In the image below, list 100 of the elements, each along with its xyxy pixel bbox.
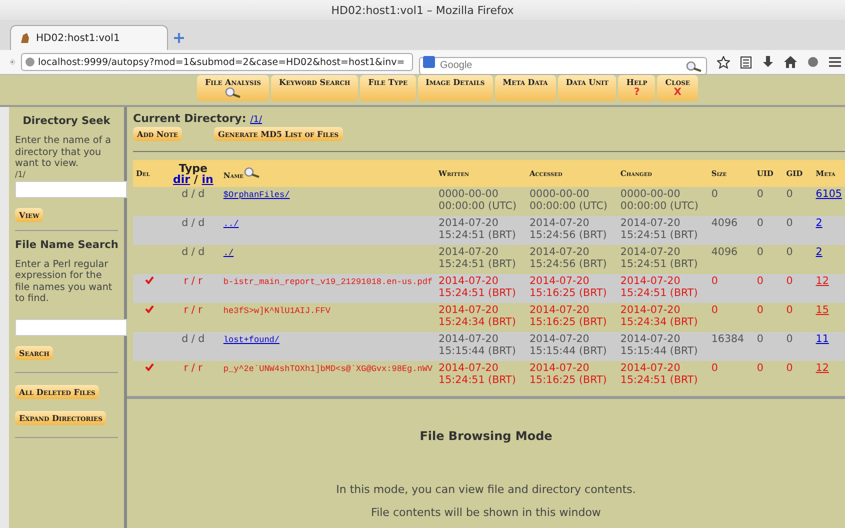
info-text: File contents will be shown in this window	[371, 506, 601, 519]
check-icon	[144, 276, 154, 284]
action-button[interactable]: Generate MD5 List of Files	[214, 127, 343, 141]
directory-field[interactable]	[15, 180, 127, 198]
table-cell: 2014-07-20 15:16:25 (BRT)	[526, 274, 618, 303]
file-name: p_y^2e`UNW4shTOXh1]bMD<s@`XG@Gvx:98Eg.nWV	[223, 364, 433, 374]
file-link[interactable]: lost+found/	[223, 335, 280, 345]
nav-tab[interactable]: File Analysis	[196, 75, 269, 101]
check-icon	[144, 363, 154, 371]
menu-icon[interactable]	[829, 56, 841, 68]
column-header: Type	[178, 162, 209, 174]
sort-link[interactable]: in	[202, 172, 214, 186]
search-engine-icon	[423, 56, 435, 68]
meta-link[interactable]: 2	[816, 217, 822, 229]
info-text: In this mode, you can view file and directory contents.	[336, 483, 636, 496]
table-cell: 0	[783, 361, 813, 390]
table-cell: 2014-07-20 15:24:56 (BRT)	[526, 216, 618, 245]
table-cell: r / r	[166, 274, 220, 303]
table-cell: 0	[708, 274, 754, 303]
separator: /	[194, 172, 198, 186]
nav-tab[interactable]: Help ?	[618, 75, 656, 101]
nav-tab[interactable]: Keyword Search	[271, 75, 358, 101]
nav-tab[interactable]: Image Details	[418, 75, 493, 101]
plus-icon[interactable]	[174, 33, 184, 43]
nav-tab[interactable]: Meta Data	[494, 75, 556, 101]
table-cell: 0	[783, 216, 813, 245]
section-heading: Directory Seek	[22, 115, 112, 127]
table-cell: d / d	[166, 245, 220, 274]
regex-field[interactable]	[15, 318, 127, 336]
search-field[interactable]: Google	[419, 56, 707, 74]
table-cell: 2014-07-20 15:24:56 (BRT)	[526, 245, 618, 274]
meta-link[interactable]: 6105	[816, 188, 842, 200]
table-cell: 0	[754, 187, 784, 216]
table-cell: 2014-07-20 15:24:51 (BRT)	[436, 361, 526, 390]
meta-link[interactable]: 11	[816, 333, 829, 345]
nav-symbol: X	[674, 87, 682, 98]
file-name: he3fS>w]K^NlU1AIJ.FFV	[223, 306, 331, 316]
table-cell: 0	[783, 187, 813, 216]
table-cell: 0	[754, 361, 784, 390]
section-heading: File Name Search	[15, 238, 118, 250]
table-cell: 2014-07-20 15:24:51 (BRT)	[617, 361, 708, 390]
table-cell: 2014-07-20 15:24:51 (BRT)	[617, 245, 708, 274]
file-link[interactable]: $OrphanFiles/	[223, 190, 290, 200]
table-cell: 2014-07-20 15:24:34 (BRT)	[436, 303, 526, 332]
table-cell: 0	[754, 274, 784, 303]
search-button[interactable]: Search	[15, 346, 54, 360]
table-cell: d / d	[166, 187, 220, 216]
view-button[interactable]: View	[15, 208, 44, 222]
help-text: Enter the name of a directory that you want to view.	[15, 135, 112, 170]
magnifier-icon	[224, 87, 242, 98]
nav-tab[interactable]: File Type	[360, 75, 416, 101]
home-icon[interactable]	[784, 56, 797, 68]
browser-tab[interactable]: HD02:host1:vol1	[10, 25, 168, 50]
table-cell: 2014-07-20 15:24:51 (BRT)	[436, 274, 526, 303]
table-cell: 0	[754, 332, 784, 361]
download-icon[interactable]	[762, 56, 774, 68]
table-cell: 0	[783, 332, 813, 361]
directory-link[interactable]: /1/	[250, 115, 262, 125]
star-icon[interactable]	[717, 56, 730, 68]
table-cell: 0000-00-00 00:00:00 (UTC)	[617, 187, 708, 216]
table-cell: 2014-07-20 15:15:44 (BRT)	[526, 332, 618, 361]
table-cell: 4096	[708, 216, 754, 245]
address-field[interactable]: localhost:9999/autopsy?mod=1&submod=2&case=HD02&host=host1&inv=	[21, 53, 413, 71]
table-cell: d / d	[166, 216, 220, 245]
file-name: b-istr_main_report_v19_21291018.en-us.pdf	[223, 277, 433, 287]
table-cell: 0	[783, 303, 813, 332]
reading-list-icon[interactable]	[740, 56, 752, 68]
meta-link[interactable]: 2	[816, 246, 822, 258]
help-text: Enter a Perl regular expression for the file names you want to find.	[15, 258, 114, 304]
table-cell: 4096	[708, 245, 754, 274]
table-cell: 2014-07-20 15:24:51 (BRT)	[617, 216, 708, 245]
current-directory-label: Current Directory:	[133, 112, 246, 125]
table-cell: 0000-00-00 00:00:00 (UTC)	[436, 187, 526, 216]
table-cell: 0	[754, 216, 784, 245]
table-cell: d / d	[166, 332, 220, 361]
sidebar-button[interactable]: Expand Directories	[15, 410, 106, 424]
table-cell: 0	[708, 361, 754, 390]
search-icon	[243, 167, 262, 178]
table-cell: 2014-07-20 15:15:44 (BRT)	[617, 332, 708, 361]
current-path: /1/	[15, 170, 26, 178]
table-cell: 0	[708, 303, 754, 332]
table-cell: 0	[783, 245, 813, 274]
sidebar-button[interactable]: All Deleted Files	[15, 384, 100, 398]
window-title: HD02:host1:vol1 – Mozilla Firefox	[331, 4, 514, 16]
search-icon	[685, 61, 703, 72]
nav-tab[interactable]: Close X	[657, 75, 698, 101]
table-cell: 2014-07-20 15:16:25 (BRT)	[526, 303, 618, 332]
table-cell: 0	[708, 187, 754, 216]
file-link[interactable]: ./	[223, 248, 234, 258]
action-button[interactable]: Add Note	[133, 127, 182, 141]
nav-tab[interactable]: Data Unit	[558, 75, 616, 101]
file-link[interactable]: ../	[223, 219, 239, 229]
table-cell: 2014-07-20 15:24:34 (BRT)	[617, 303, 708, 332]
table-cell: 0	[754, 245, 784, 274]
table-cell: 16384	[708, 332, 754, 361]
table-cell: 2014-07-20 15:16:25 (BRT)	[526, 361, 618, 390]
table-cell: 0000-00-00 00:00:00 (UTC)	[526, 187, 618, 216]
table-cell: r / r	[166, 361, 220, 390]
mode-title: File Browsing Mode	[420, 429, 552, 443]
table-cell: 2014-07-20 15:24:51 (BRT)	[436, 216, 526, 245]
